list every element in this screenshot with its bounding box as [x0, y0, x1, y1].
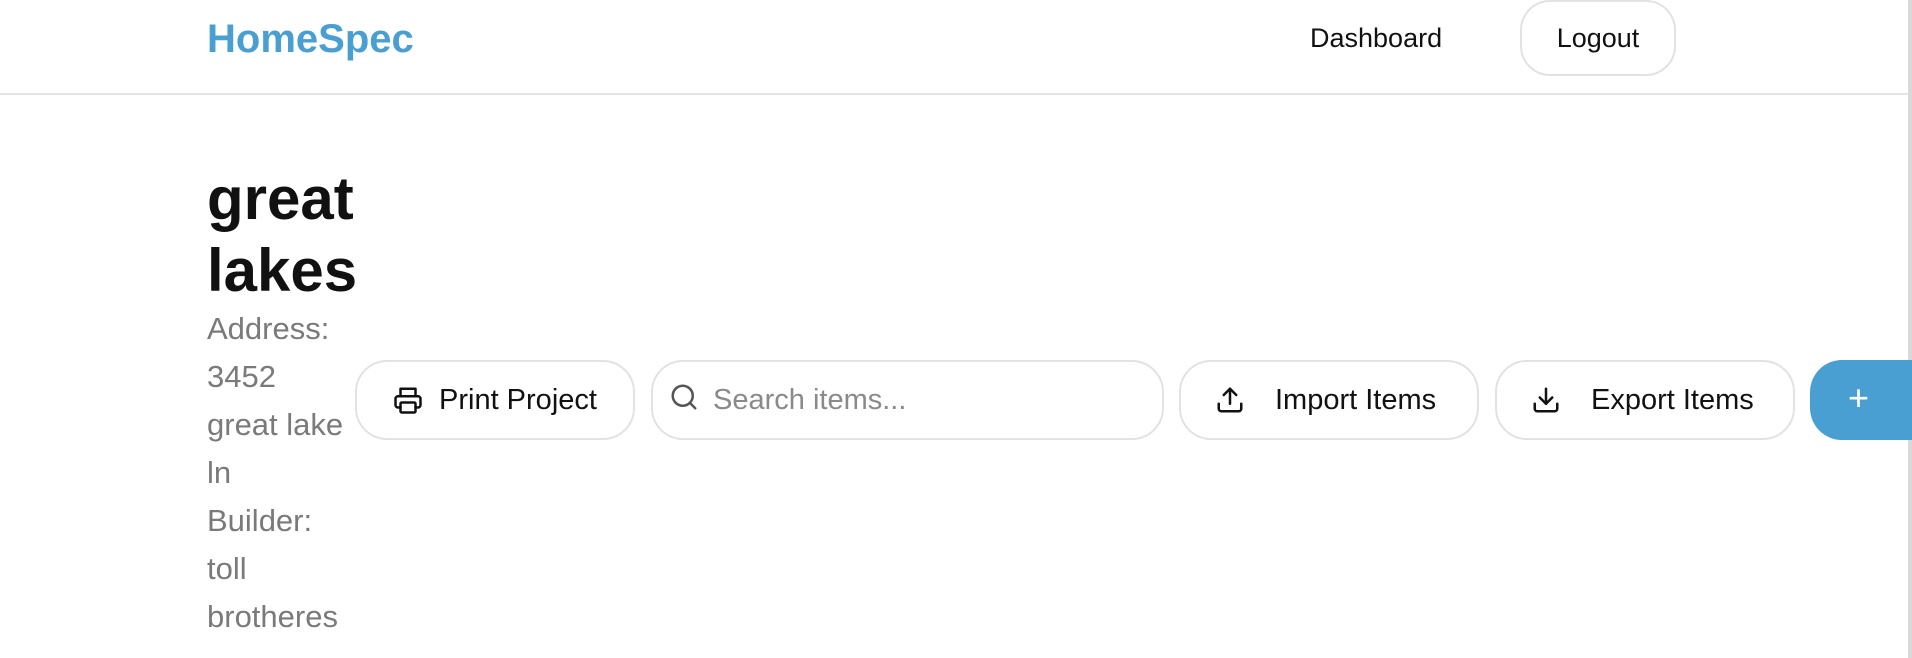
search-icon	[669, 382, 699, 412]
nav-dashboard-link[interactable]: Dashboard	[1310, 18, 1442, 58]
builder-line: toll	[207, 551, 247, 586]
project-details: Address: 3452 great lake ln Builder: tol…	[207, 305, 357, 641]
brand-logo[interactable]: HomeSpec	[207, 14, 414, 64]
builder-line: brotheres	[207, 599, 338, 634]
upload-icon	[1213, 383, 1247, 417]
import-items-label: Import Items	[1275, 383, 1437, 416]
search-input[interactable]	[713, 383, 1133, 417]
printer-icon	[391, 383, 425, 417]
address-label: Address:	[207, 311, 330, 346]
export-items-label: Export Items	[1591, 383, 1754, 416]
add-item-button[interactable]: +	[1810, 360, 1912, 440]
address-line: great lake	[207, 407, 344, 442]
import-items-button[interactable]: Import Items	[1179, 360, 1479, 440]
export-items-button[interactable]: Export Items	[1495, 360, 1795, 440]
project-title: great lakes	[207, 165, 358, 304]
top-navbar: HomeSpec Dashboard Logout	[0, 0, 1908, 95]
window-right-edge	[1908, 0, 1912, 658]
download-icon	[1529, 383, 1563, 417]
address-line: 3452	[207, 359, 276, 394]
address-line: ln	[207, 455, 232, 490]
print-project-label: Print Project	[439, 383, 597, 416]
builder-label: Builder:	[207, 503, 313, 538]
plus-icon: +	[1848, 377, 1870, 418]
print-project-button[interactable]: Print Project	[355, 360, 635, 440]
logout-button[interactable]: Logout	[1520, 0, 1676, 76]
search-field[interactable]	[651, 360, 1164, 440]
